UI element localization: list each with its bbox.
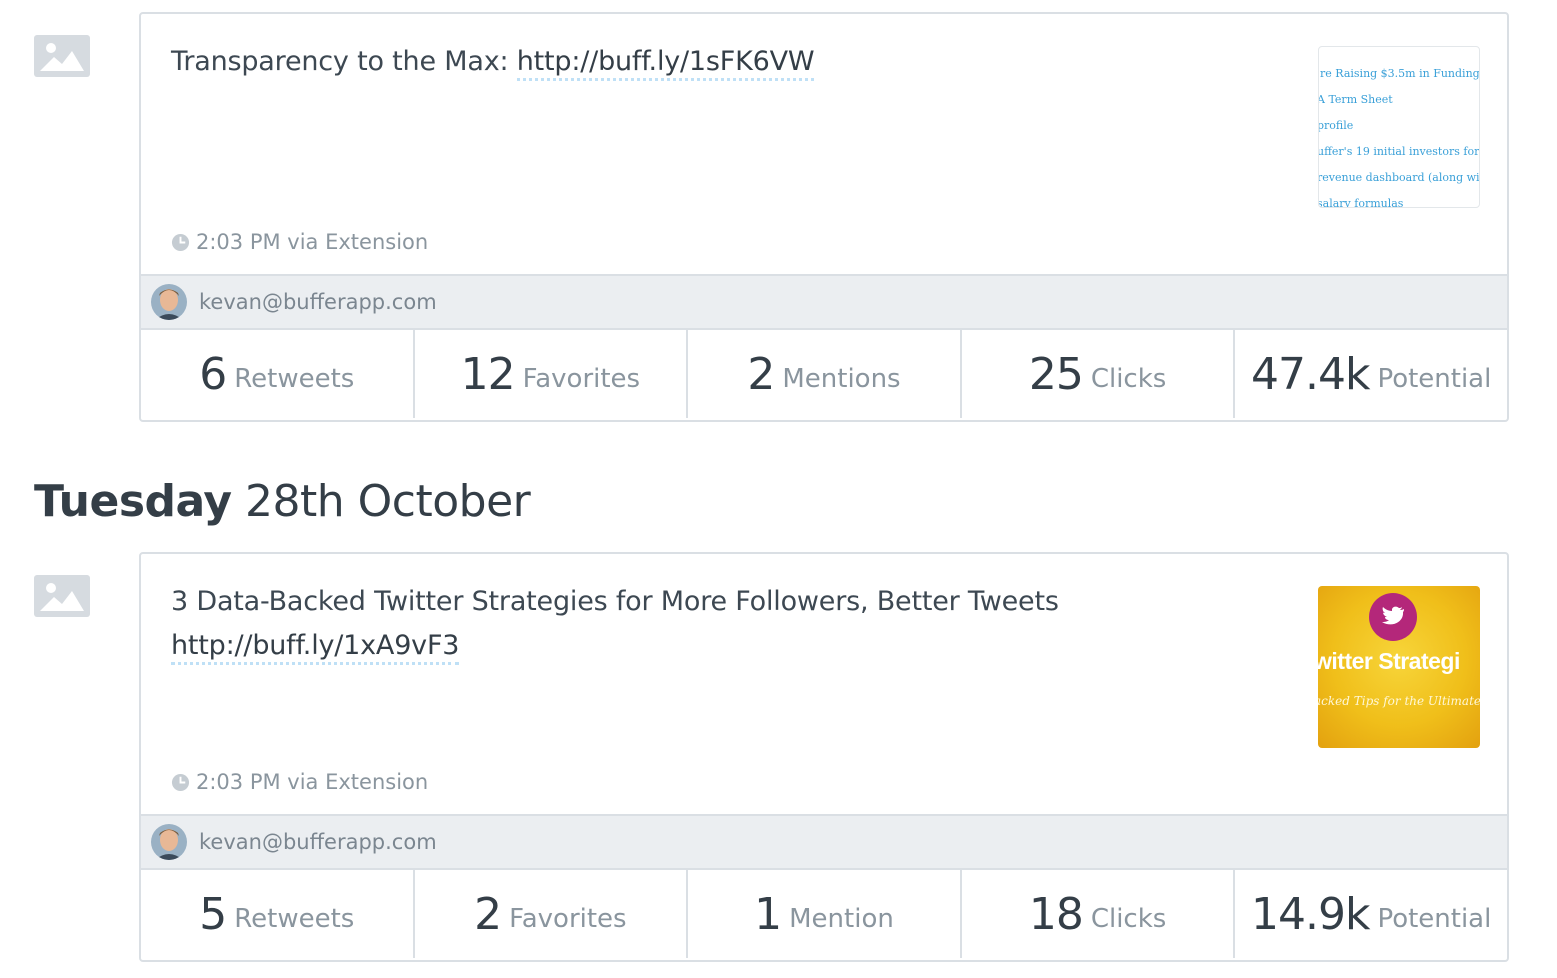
stat-value: 18: [1028, 888, 1084, 940]
stat-potential[interactable]: 47.4k Potential: [1235, 330, 1507, 418]
clock-icon: [171, 773, 190, 791]
stats-row: 5 Retweets 2 Favorites 1 Mention 18 Clicks 1…: [141, 870, 1507, 958]
post-text-content: 3 Data-Backed Twitter Strategies for Mor…: [171, 586, 1059, 617]
post-thumbnail[interactable]: 're Raising $3.5m in Funding A Term Shee…: [1318, 46, 1480, 208]
stat-favorites[interactable]: 2 Favorites: [415, 870, 689, 958]
day-date: 28th October: [231, 476, 531, 527]
post-body: 3 Data-Backed Twitter Strategies for Mor…: [141, 554, 1507, 814]
stats-row: 6 Retweets 12 Favorites 2 Mentions 25 Clicks…: [141, 330, 1507, 418]
thumbnail-title: witter Strategi: [1318, 648, 1460, 674]
thumbnail-line: A Term Sheet: [1318, 93, 1393, 106]
stat-label: Clicks: [1090, 364, 1167, 394]
stat-clicks[interactable]: 18 Clicks: [962, 870, 1236, 958]
image-placeholder-icon: [34, 575, 90, 617]
twitter-bird-icon: [1369, 593, 1417, 641]
post-thumbnail[interactable]: witter Strategi acked Tips for the Ultim…: [1318, 586, 1480, 748]
stat-retweets[interactable]: 5 Retweets: [141, 870, 415, 958]
stat-value: 6: [199, 348, 227, 400]
thumbnail-line: 're Raising $3.5m in Funding: [1318, 67, 1480, 80]
analytics-page: Transparency to the Max: http://buff.ly/…: [0, 0, 1557, 978]
post-card: 3 Data-Backed Twitter Strategies for Mor…: [139, 552, 1509, 962]
thumbnail-line: uffer's 19 initial investors for its: [1318, 145, 1480, 158]
stat-value: 12: [460, 348, 516, 400]
stat-value: 2: [474, 888, 502, 940]
stat-value: 2: [747, 348, 775, 400]
stat-label: Mentions: [782, 364, 901, 394]
post-meta: 2:03 PM via Extension: [171, 230, 428, 254]
stat-label: Clicks: [1090, 904, 1167, 934]
stat-retweets[interactable]: 6 Retweets: [141, 330, 415, 418]
author-email: kevan@bufferapp.com: [199, 290, 437, 314]
day-name: Tuesday: [34, 476, 232, 527]
post-text: 3 Data-Backed Twitter Strategies for Mor…: [171, 580, 1131, 668]
stat-mentions[interactable]: 1 Mention: [688, 870, 962, 958]
post-card: Transparency to the Max: http://buff.ly/…: [139, 12, 1509, 422]
thumbnail-line: profile: [1318, 119, 1354, 132]
stat-label: Favorites: [509, 904, 627, 934]
avatar[interactable]: [151, 824, 187, 860]
clock-icon: [171, 233, 190, 251]
stat-favorites[interactable]: 12 Favorites: [415, 330, 689, 418]
author-email: kevan@bufferapp.com: [199, 830, 437, 854]
thumbnail-line: salary formulas: [1318, 197, 1404, 208]
post-text: Transparency to the Max: http://buff.ly/…: [171, 40, 1171, 84]
image-placeholder-icon: [34, 35, 90, 77]
day-heading: Tuesday 28th October: [34, 476, 531, 527]
post-text-content: Transparency to the Max:: [171, 46, 517, 77]
post-time: 2:03 PM via Extension: [196, 770, 429, 794]
stat-label: Potential: [1377, 364, 1492, 394]
post-time: 2:03 PM via Extension: [196, 230, 429, 254]
post-link[interactable]: http://buff.ly/1sFK6VW: [516, 46, 815, 81]
post-body: Transparency to the Max: http://buff.ly/…: [141, 14, 1507, 274]
thumbnail-line: revenue dashboard (along with: [1318, 171, 1480, 184]
stat-value: 47.4k: [1250, 348, 1370, 400]
stat-clicks[interactable]: 25 Clicks: [962, 330, 1236, 418]
stat-potential[interactable]: 14.9k Potential: [1235, 870, 1507, 958]
stat-value: 5: [199, 888, 227, 940]
avatar[interactable]: [151, 284, 187, 320]
post-meta: 2:03 PM via Extension: [171, 770, 428, 794]
post-link[interactable]: http://buff.ly/1xA9vF3: [171, 630, 459, 665]
stat-value: 1: [754, 888, 782, 940]
thumbnail-subtitle: acked Tips for the Ultimate: [1318, 694, 1480, 708]
stat-label: Retweets: [234, 364, 355, 394]
stat-label: Mention: [789, 904, 894, 934]
stat-mentions[interactable]: 2 Mentions: [688, 330, 962, 418]
stat-value: 25: [1028, 348, 1084, 400]
stat-label: Retweets: [234, 904, 355, 934]
author-bar: kevan@bufferapp.com: [141, 274, 1507, 330]
stat-label: Potential: [1377, 904, 1492, 934]
stat-label: Favorites: [522, 364, 641, 394]
author-bar: kevan@bufferapp.com: [141, 814, 1507, 870]
stat-value: 14.9k: [1250, 888, 1370, 940]
